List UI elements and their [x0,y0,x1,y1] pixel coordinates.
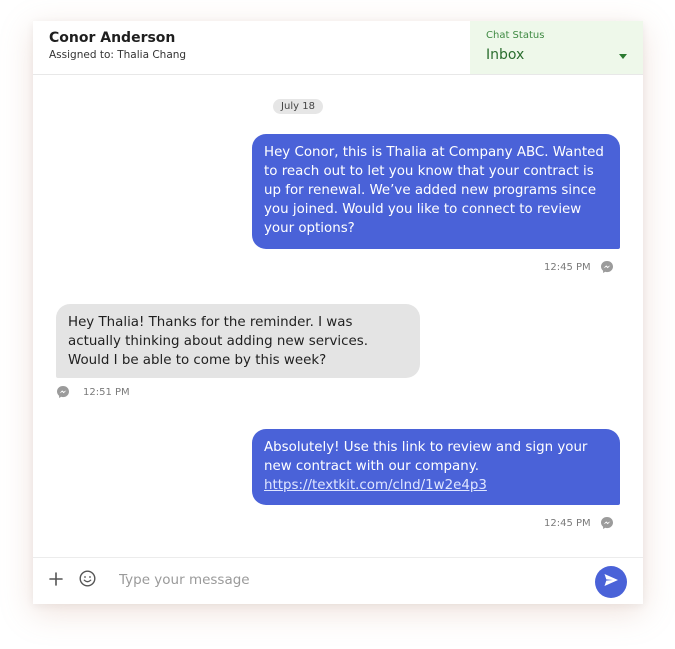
message-meta: 12:45 PM [544,260,614,274]
message-input[interactable] [113,569,585,591]
contact-name: Conor Anderson [49,30,176,46]
message-time: 12:51 PM [83,386,130,398]
messenger-icon [600,516,614,530]
assigned-to: Assigned to: Thalia Chang [49,49,187,61]
message-bubble-incoming: Hey Thalia! Thanks for the reminder. I w… [56,304,420,378]
caret-down-icon [619,54,627,59]
chat-window: Conor Anderson Assigned to: Thalia Chang… [33,21,643,604]
plus-icon[interactable] [48,571,64,587]
messenger-icon [600,260,614,274]
messenger-icon [56,385,70,399]
contract-link[interactable]: https://textkit.com/clnd/1w2e4p3 [264,478,487,493]
message-bubble-outgoing: Hey Conor, this is Thalia at Company ABC… [252,134,620,249]
chat-status-dropdown[interactable]: Chat Status Inbox [470,21,643,74]
message-time: 12:45 PM [544,517,591,529]
paper-plane-icon [603,572,619,592]
smiley-icon[interactable] [79,570,96,587]
message-meta: 12:51 PM [56,385,130,399]
chat-status-value: Inbox [486,47,525,63]
message-bubble-outgoing: Absolutely! Use this link to review and … [252,429,620,505]
message-meta: 12:45 PM [544,516,614,530]
send-button[interactable] [595,566,627,598]
chat-header: Conor Anderson Assigned to: Thalia Chang… [33,21,643,75]
chat-status-label: Chat Status [486,30,545,41]
message-time: 12:45 PM [544,261,591,273]
message-composer [33,557,643,604]
message-text: Absolutely! Use this link to review and … [264,440,588,474]
date-separator: July 18 [273,99,323,114]
